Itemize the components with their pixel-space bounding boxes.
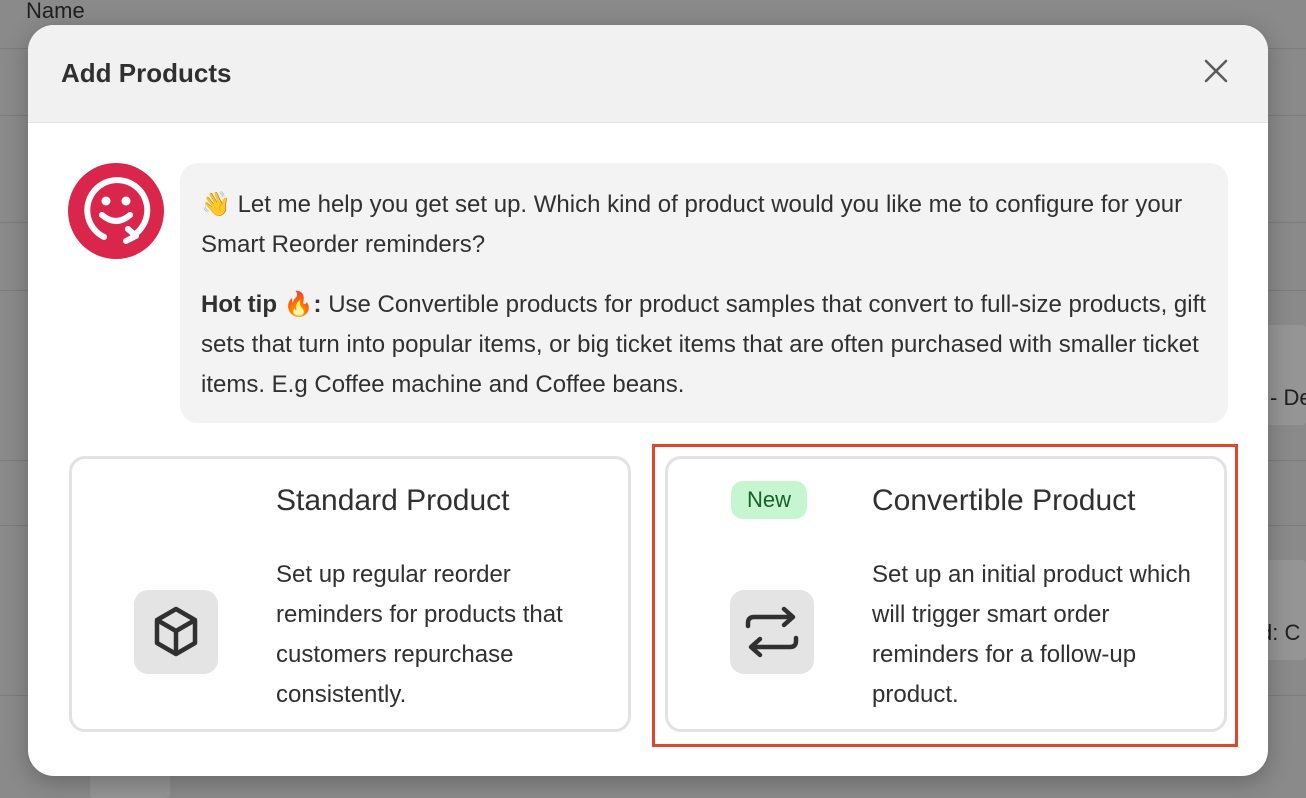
close-button[interactable] — [1200, 55, 1232, 87]
standard-product-option[interactable]: Standard Product Set up regular reorder … — [69, 456, 631, 732]
intro-paragraph: 👋 Let me help you get set up. Which kind… — [201, 185, 1207, 265]
standard-icon-box — [134, 590, 218, 674]
hot-tip-paragraph: Hot tip 🔥: Use Convertible products for … — [201, 285, 1207, 405]
hot-tip-label: Hot tip 🔥: — [201, 291, 322, 318]
assistant-message: 👋 Let me help you get set up. Which kind… — [180, 163, 1228, 423]
background-partial-text: - De — [1270, 385, 1306, 410]
column-header-name: Name — [26, 0, 85, 23]
repeat-arrows-icon — [745, 606, 799, 658]
standard-product-description: Set up regular reorder reminders for pro… — [276, 561, 563, 708]
assistant-avatar — [68, 163, 164, 259]
hot-tip-text: Use Convertible products for product sam… — [201, 291, 1206, 398]
modal-header: Add Products — [28, 25, 1268, 123]
convertible-product-option[interactable]: New Convertible Product Set up an initia… — [665, 456, 1227, 732]
convertible-icon-box — [730, 590, 814, 674]
smiley-reorder-icon — [84, 177, 151, 244]
modal-title: Add Products — [61, 58, 232, 88]
close-icon — [1204, 59, 1228, 83]
convertible-product-description: Set up an initial product which will tri… — [872, 561, 1191, 708]
intro-text: Let me help you get set up. Which kind o… — [201, 191, 1183, 258]
new-badge: New — [731, 481, 808, 519]
wave-emoji: 👋 — [201, 191, 231, 218]
cube-icon — [154, 606, 198, 657]
convertible-product-title: Convertible Product — [872, 484, 1136, 517]
standard-product-title: Standard Product — [276, 484, 510, 517]
add-products-modal: Add Products 👋 Let me help you get set u… — [28, 25, 1268, 776]
